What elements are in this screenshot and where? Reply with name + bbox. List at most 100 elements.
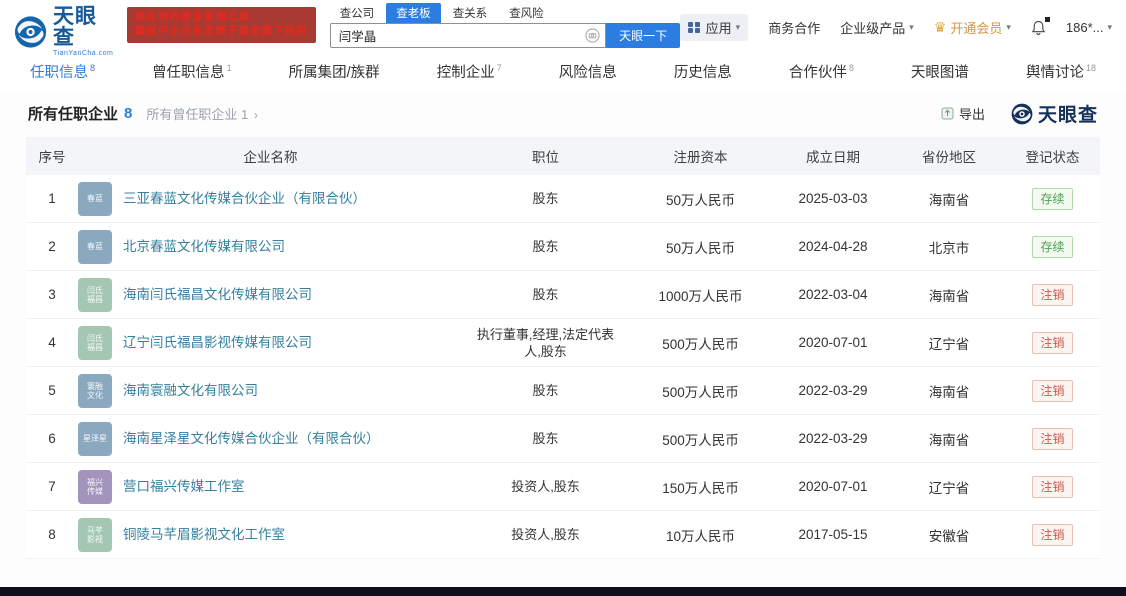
region-cell: 海南省 (928, 192, 970, 208)
banner-line1: 都在用的商业查询工具 (135, 12, 251, 23)
apps-menu[interactable]: 应用 ▾ (680, 14, 749, 41)
enterprise-products-menu[interactable]: 企业级产品 ▾ (840, 18, 914, 37)
row-index: 6 (48, 431, 56, 446)
row-index: 1 (48, 191, 56, 206)
nav-tab[interactable]: 风险信息 (559, 61, 617, 82)
tianyancha-page: 天眼查 TianYanCha.com 都在用的商业查询工具 国家中小企业发展子基… (0, 0, 1126, 596)
section-count: 8 (124, 105, 133, 122)
nav-tab[interactable]: 控制企业 7 (437, 61, 502, 82)
promo-banner: 都在用的商业查询工具 国家中小企业发展子基金旗下机构 (127, 7, 316, 43)
company-name-link[interactable]: 营口福兴传媒工作室 (123, 478, 245, 495)
row-index: 3 (48, 287, 56, 302)
export-button[interactable]: 导出 (941, 104, 985, 123)
status-badge[interactable]: 注销 (1032, 379, 1073, 402)
status-badge[interactable]: 注销 (1032, 283, 1073, 306)
date-cell: 2020-07-01 (798, 335, 868, 350)
company-logo: 春蓝 (78, 181, 112, 216)
tianyancha-logo-icon (14, 15, 47, 48)
position-cell: 投资人,股东 (511, 479, 580, 494)
nav-tab[interactable]: 所属集团/族群 (289, 61, 380, 82)
date-cell: 2022-03-29 (798, 431, 868, 446)
tab-count-badge: 18 (1085, 62, 1096, 73)
row-index: 7 (48, 479, 56, 494)
chevron-right-icon: › (253, 108, 258, 122)
region-cell: 安徽省 (928, 528, 970, 544)
search-button[interactable]: 天眼一下 (606, 23, 681, 48)
table-row: 1 春蓝 三亚春蓝文化传媒合伙企业（有限合伙） 股东 50万人民币 2025-0… (26, 175, 1100, 223)
company-name-link[interactable]: 海南闫氏福昌文化传媒有限公司 (123, 286, 312, 303)
search-input[interactable] (329, 23, 607, 48)
search-type-tab[interactable]: 查老板 (386, 3, 441, 23)
logo-name: 天眼查 (53, 5, 98, 49)
region-cell: 北京市 (928, 240, 970, 256)
column-header: 序号 (38, 150, 66, 165)
section-header: 所有任职企业 8 所有曾任职企业 1 › 导出 天眼查 (0, 92, 1126, 133)
site-logo[interactable]: 天眼查 TianYanCha.com (14, 6, 117, 57)
region-cell: 海南省 (928, 288, 970, 304)
company-name-link[interactable]: 辽宁闫氏福昌影视传媒有限公司 (123, 334, 312, 351)
company-logo: 马芊 影视 (78, 517, 112, 552)
date-cell: 2020-07-01 (798, 479, 868, 494)
company-logo: 星泽星 (78, 421, 112, 456)
row-index: 5 (48, 383, 56, 398)
column-header: 注册资本 (673, 150, 728, 165)
table-row: 4 闫氏 福昌 辽宁闫氏福昌影视传媒有限公司 执行董事,经理,法定代表人,股东 … (26, 319, 1100, 367)
column-header: 省份地区 (922, 150, 976, 165)
position-cell: 股东 (532, 191, 559, 206)
status-badge[interactable]: 注销 (1032, 475, 1073, 498)
search-type-tab[interactable]: 查关系 (443, 3, 498, 23)
date-cell: 2017-05-15 (798, 527, 868, 542)
capital-cell: 150万人民币 (662, 480, 739, 496)
camera-icon[interactable] (585, 28, 600, 43)
date-cell: 2024-04-28 (798, 239, 868, 254)
nav-tab[interactable]: 任职信息 8 (30, 61, 95, 82)
profile-nav-tabs: 任职信息 8 曾任职信息 1 所属集团/族群 控制企业 7 风险信息 历史信息 合作伙伴 8 天眼图谱… (0, 50, 1126, 92)
table-row: 7 福兴 传媒 营口福兴传媒工作室 投资人,股东 150万人民币 2020-07… (26, 463, 1100, 511)
company-name-link[interactable]: 三亚春蓝文化传媒合伙企业（有限合伙） (123, 190, 366, 207)
region-cell: 辽宁省 (928, 480, 970, 496)
account-menu[interactable]: 186*... ▾ (1066, 20, 1112, 35)
company-name-link[interactable]: 铜陵马芊眉影视文化工作室 (123, 526, 285, 543)
notifications-bell[interactable] (1031, 16, 1050, 36)
table-header-row: 序号 企业名称 职位 注册资本 成立日期 省份地区 登记状态 (26, 137, 1100, 175)
row-index: 2 (48, 239, 56, 254)
table-row: 2 春蓝 北京春蓝文化传媒有限公司 股东 50万人民币 2024-04-28 北… (26, 223, 1100, 271)
company-logo: 闫氏 福昌 (78, 325, 112, 360)
vip-upgrade-link[interactable]: ♛ 开通会员 ▾ (934, 18, 1011, 37)
tab-count-badge: 1 (226, 62, 232, 73)
company-name-link[interactable]: 北京春蓝文化传媒有限公司 (123, 238, 285, 255)
company-name-link[interactable]: 海南寰融文化有限公司 (123, 382, 258, 399)
tianyancha-watermark-icon (1011, 103, 1033, 124)
nav-tab[interactable]: 曾任职信息 1 (152, 61, 232, 82)
search-type-tab[interactable]: 查风险 (499, 3, 554, 23)
watermark-logo: 天眼查 (1011, 100, 1098, 127)
apps-grid-icon (688, 21, 700, 34)
region-cell: 海南省 (928, 384, 970, 400)
column-header: 登记状态 (1025, 150, 1080, 165)
tab-count-badge: 8 (90, 62, 96, 73)
status-badge[interactable]: 存续 (1032, 187, 1073, 210)
company-logo: 福兴 传媒 (78, 469, 112, 504)
date-cell: 2022-03-29 (798, 383, 868, 398)
table-row: 3 闫氏 福昌 海南闫氏福昌文化传媒有限公司 股东 1000万人民币 2022-… (26, 271, 1100, 319)
former-companies-link[interactable]: 所有曾任职企业 1 › (146, 104, 257, 123)
table-body: 1 春蓝 三亚春蓝文化传媒合伙企业（有限合伙） 股东 50万人民币 2025-0… (26, 175, 1100, 559)
table-row: 5 寰融 文化 海南寰融文化有限公司 股东 500万人民币 2022-03-29… (26, 367, 1100, 415)
nav-tab[interactable]: 舆情讨论 18 (1026, 61, 1096, 82)
nav-tab[interactable]: 历史信息 (674, 61, 732, 82)
top-header: 天眼查 TianYanCha.com 都在用的商业查询工具 国家中小企业发展子基… (0, 0, 1126, 57)
nav-tab[interactable]: 天眼图谱 (911, 61, 969, 82)
nav-tab[interactable]: 合作伙伴 8 (789, 61, 854, 82)
company-name-link[interactable]: 海南星泽星文化传媒合伙企业（有限合伙） (123, 430, 380, 447)
status-badge[interactable]: 存续 (1032, 235, 1073, 258)
search-type-tab[interactable]: 查公司 (330, 3, 385, 23)
logo-domain: TianYanCha.com (53, 50, 114, 57)
status-badge[interactable]: 注销 (1032, 331, 1073, 354)
capital-cell: 500万人民币 (662, 384, 739, 400)
status-badge[interactable]: 注销 (1032, 523, 1073, 546)
business-cooperation-link[interactable]: 商务合作 (768, 18, 820, 37)
row-index: 8 (48, 527, 56, 542)
chevron-down-icon: ▾ (1006, 22, 1011, 32)
capital-cell: 1000万人民币 (658, 288, 743, 304)
status-badge[interactable]: 注销 (1032, 427, 1073, 450)
